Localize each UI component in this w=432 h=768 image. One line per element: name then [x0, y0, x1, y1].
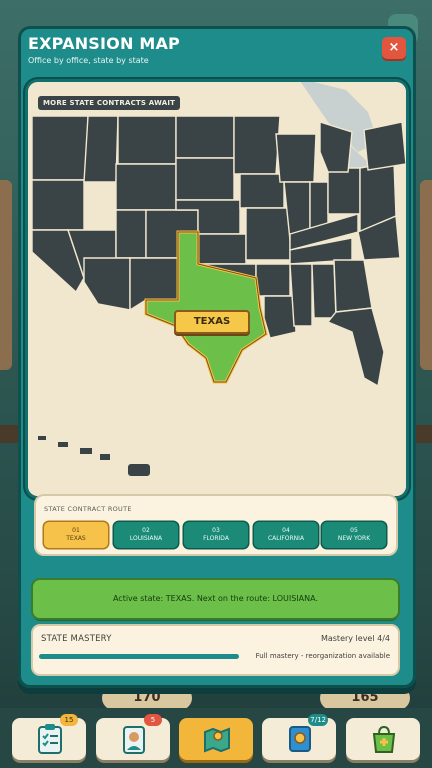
state-missouri	[245, 207, 291, 261]
employee-badge-icon	[123, 726, 145, 754]
route-stop-number: 02	[142, 527, 150, 534]
map-icon	[204, 727, 230, 753]
route-stop-name: FLORIDA	[203, 535, 229, 542]
nav-badge-tasks: 15	[60, 714, 78, 726]
state-south-dakota	[175, 157, 235, 201]
state-washington	[31, 115, 89, 181]
active-state-banner: Active state: TEXAS. Next on the route: …	[33, 580, 398, 618]
background-side-panel-right	[420, 180, 432, 370]
background-counter-right: 165	[320, 686, 410, 710]
state-arkansas	[255, 263, 291, 297]
nav-staff-button[interactable]: 5	[96, 714, 170, 760]
island	[100, 454, 110, 460]
state-oregon	[31, 179, 85, 231]
nav-certificates-button[interactable]: 7/12	[262, 714, 336, 760]
state-montana	[117, 115, 177, 165]
route-stop-number: 03	[212, 527, 220, 534]
modal-title: EXPANSION MAP	[28, 34, 180, 53]
more-contracts-badge: MORE STATE CONTRACTS AWAIT	[38, 96, 181, 110]
bottom-navigation: 15 5 7/12	[0, 708, 432, 768]
state-mastery-panel: STATE MASTERY Mastery level 4/4 Full mas…	[33, 626, 398, 674]
state-utah	[115, 209, 147, 259]
mastery-progress-bar	[39, 654, 239, 659]
route-stop-number: 05	[350, 527, 358, 534]
island	[58, 442, 68, 447]
state-ohio	[327, 167, 361, 215]
route-stop-texas[interactable]: 01 TEXAS	[44, 522, 108, 548]
route-stop-number: 04	[282, 527, 290, 534]
modal-header: EXPANSION MAP Office by office, state by…	[18, 26, 416, 74]
mastery-level: Mastery level 4/4	[320, 634, 390, 643]
state-north-dakota	[175, 115, 235, 159]
state-mississippi	[289, 263, 313, 327]
us-map	[28, 82, 406, 496]
nav-shop-button[interactable]	[346, 718, 420, 760]
state-louisiana	[263, 295, 297, 339]
certificate-icon	[289, 726, 311, 752]
clipboard-icon	[38, 724, 62, 754]
state-iowa	[239, 173, 285, 209]
route-stop-florida[interactable]: 03 FLORIDA	[184, 522, 248, 548]
mastery-note: Full mastery - reorganization available	[255, 652, 390, 660]
nav-badge-staff: 5	[144, 714, 162, 726]
state-contract-route: STATE CONTRACT ROUTE 01 TEXAS 02 LOUISIA…	[36, 496, 396, 554]
island	[38, 436, 46, 440]
state-alabama	[311, 263, 337, 319]
nav-tasks-button[interactable]: 15	[12, 714, 86, 760]
island	[80, 448, 92, 454]
state-wisconsin	[275, 133, 317, 183]
route-stop-new-york[interactable]: 05 NEW YORK	[322, 522, 386, 548]
state-kansas	[197, 233, 247, 265]
route-title: STATE CONTRACT ROUTE	[44, 505, 132, 513]
route-stop-california[interactable]: 04 CALIFORNIA	[254, 522, 318, 548]
mastery-progress-fill	[39, 654, 239, 659]
nav-badge-certificates: 7/12	[308, 714, 328, 726]
state-idaho	[83, 115, 119, 183]
island	[128, 464, 150, 476]
route-stop-louisiana[interactable]: 02 LOUISIANA	[114, 522, 178, 548]
texas-state-label[interactable]: TEXAS	[174, 310, 250, 334]
nav-map-button[interactable]	[179, 718, 253, 760]
route-stop-name: NEW YORK	[337, 535, 371, 542]
state-new-york	[363, 121, 406, 171]
route-stop-name: TEXAS	[66, 535, 86, 542]
shopping-bag-icon	[372, 725, 396, 753]
map-panel: MORE STATE CONTRACTS AWAIT TEXAS	[28, 82, 406, 496]
state-wyoming	[115, 163, 177, 211]
modal-subtitle: Office by office, state by state	[28, 56, 149, 65]
route-stop-number: 01	[72, 527, 80, 534]
route-stop-name: LOUISIANA	[129, 535, 163, 542]
close-button[interactable]: ×	[382, 37, 406, 59]
background-counter-left: 170	[102, 686, 192, 710]
state-minnesota	[233, 115, 281, 175]
background-side-panel-left	[0, 180, 12, 370]
mastery-title: STATE MASTERY	[41, 634, 112, 644]
route-stop-name: CALIFORNIA	[267, 535, 305, 542]
